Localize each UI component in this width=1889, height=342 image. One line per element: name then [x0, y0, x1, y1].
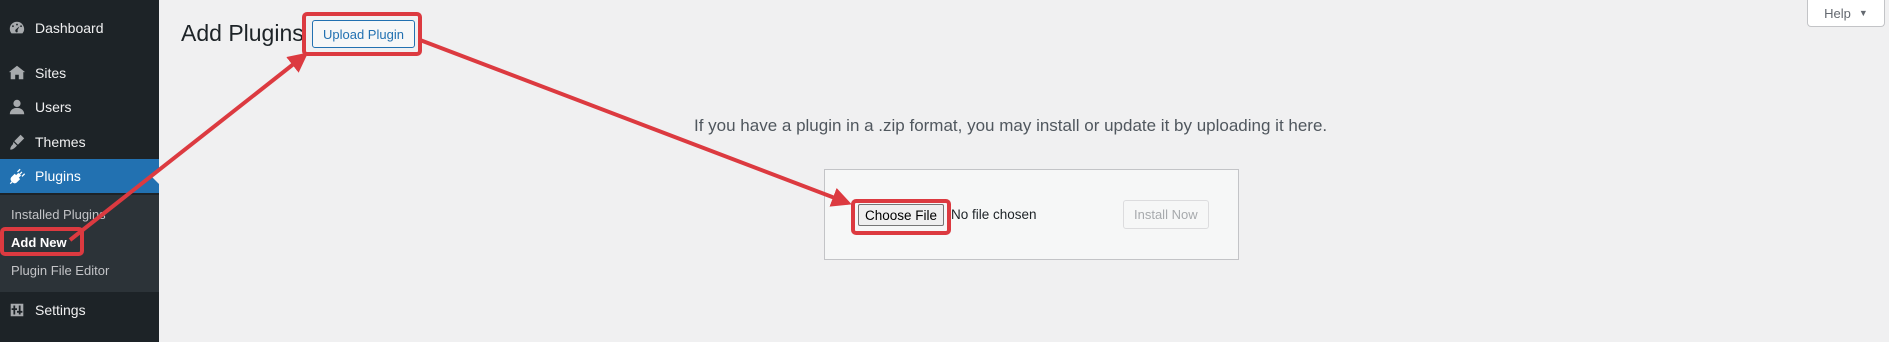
sidebar-item-dashboard[interactable]: Dashboard — [0, 11, 159, 45]
themes-icon — [7, 132, 27, 152]
highlight-upload-plugin — [302, 12, 422, 56]
install-now-button[interactable]: Install Now — [1123, 200, 1209, 229]
sidebar-item-users[interactable]: Users — [0, 90, 159, 124]
upload-description: If you have a plugin in a .zip format, y… — [694, 116, 1328, 135]
sidebar-item-label: Dashboard — [35, 20, 104, 36]
active-indicator — [151, 168, 159, 184]
dashboard-icon — [7, 18, 27, 38]
caret-down-icon: ▼ — [1858, 8, 1868, 18]
sidebar-item-sites[interactable]: Sites — [0, 56, 159, 90]
sidebar-item-plugins[interactable]: Plugins — [0, 159, 159, 193]
sidebar-item-label: Users — [35, 99, 72, 115]
sidebar-item-label: Plugins — [35, 168, 81, 184]
plugins-icon — [7, 166, 27, 186]
help-button[interactable]: Help ▼ — [1807, 0, 1885, 27]
sidebar-item-themes[interactable]: Themes — [0, 125, 159, 159]
page-title: Add Plugins — [181, 20, 304, 46]
sidebar-item-label: Settings — [35, 302, 86, 318]
highlight-add-new — [0, 227, 84, 256]
sites-icon — [7, 63, 27, 83]
sidebar-item-settings[interactable]: Settings — [0, 293, 159, 327]
file-status: No file chosen — [951, 207, 1037, 222]
submenu-item-plugin-file-editor[interactable]: Plugin File Editor — [11, 263, 109, 278]
help-label: Help — [1824, 5, 1851, 21]
submenu-item-installed-plugins[interactable]: Installed Plugins — [11, 207, 106, 222]
settings-icon — [7, 300, 27, 320]
admin-sidebar: Dashboard Sites Users Themes Plugins Ins… — [0, 0, 159, 342]
users-icon — [7, 97, 27, 117]
sidebar-item-label: Themes — [35, 134, 86, 150]
highlight-choose-file — [851, 199, 951, 235]
sidebar-item-label: Sites — [35, 65, 67, 81]
